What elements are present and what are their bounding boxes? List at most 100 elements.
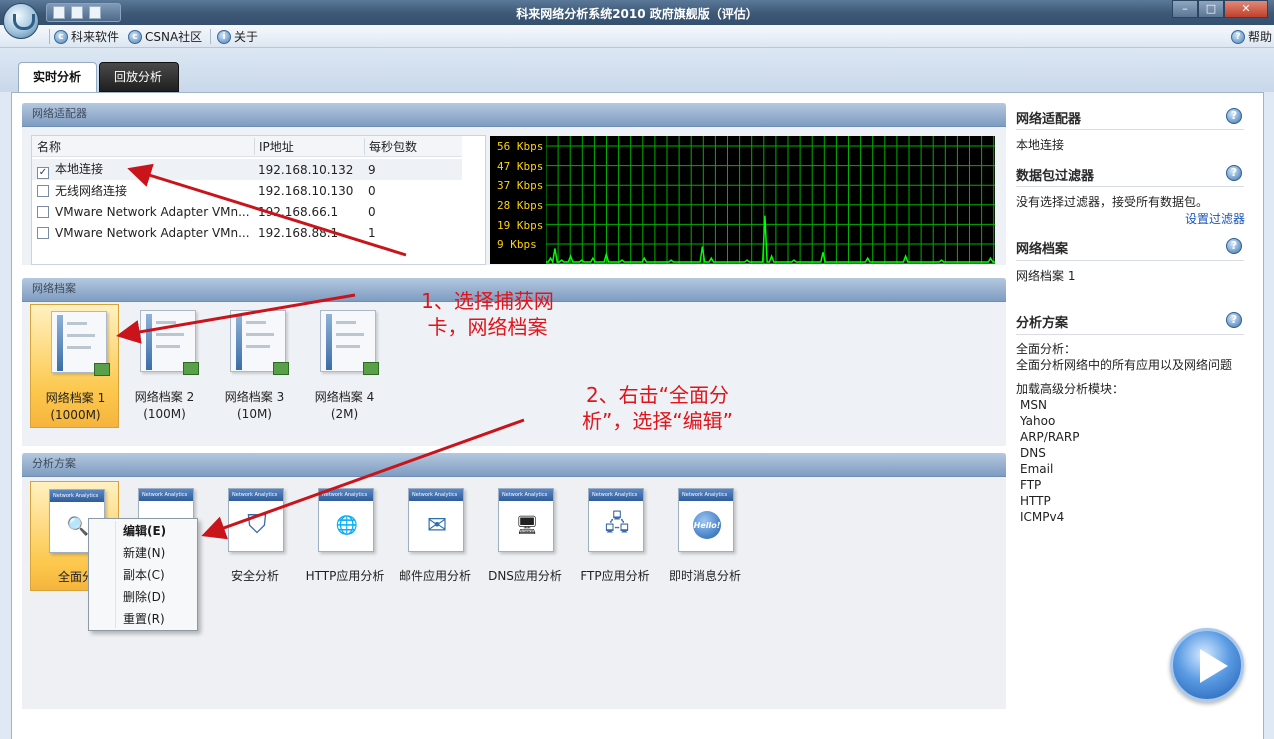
sidebar-analysis-title: 分析方案 [1016,316,1069,331]
analysis-box: Network Analytics ⛉ [228,488,284,552]
table-row[interactable]: VMware Network Adapter VMn... 192.168.66… [32,201,462,222]
profile-name: 网络档案 4 [314,390,375,404]
maximize-button[interactable]: □ [1198,0,1224,18]
y-tick-label: 47 Kbps [497,160,544,173]
start-button[interactable] [1170,628,1244,702]
analysis-box-header: Network Analytics [589,489,643,501]
profile-document-icon [140,310,199,375]
adapter-checkbox[interactable] [37,226,49,239]
profile-size: (10M) [237,407,272,421]
adapter-ip: 192.168.88.1 [258,225,339,240]
help-icon[interactable]: ? [1226,238,1242,254]
adapter-checkbox[interactable] [37,185,49,197]
sidebar-filter-title: 数据包过滤器 [1016,169,1095,184]
menu-item-csna[interactable]: c CSNA社区 [128,28,202,45]
menu-separator [210,29,211,44]
window-title: 科来网络分析系统2010 政府旗舰版（评估） [516,7,758,21]
module-item: ARP/RARP [1020,430,1080,444]
y-tick-label: 9 Kbps [497,238,537,251]
context-menu-new[interactable]: 新建(N) [123,543,165,563]
table-row[interactable]: 无线网络连接 192.168.10.130 0 [32,180,462,201]
set-filter-link[interactable]: 设置过滤器 [1185,210,1245,227]
sidebar-analysis-line2: 全面分析网络中的所有应用以及网络问题 [1016,358,1233,372]
help-icon[interactable]: ? [1226,108,1242,124]
y-tick-label: 37 Kbps [497,179,544,192]
context-menu-copy[interactable]: 副本(C) [123,565,165,585]
module-item: DNS [1020,446,1046,460]
analysis-card-security[interactable]: Network Analytics ⛉ 安全分析 [210,481,300,583]
annotation-step1: 1、选择捕获网 卡，网络档案 [400,288,575,340]
profile-name: 网络档案 2 [134,390,195,404]
mail-icon: ✉ [426,511,448,539]
divider [1016,129,1244,130]
module-list: MSN Yahoo ARP/RARP DNS Email FTP HTTP IC… [1020,397,1079,525]
context-menu-delete[interactable]: 删除(D) [123,587,166,607]
help-label: 帮助 [1248,30,1273,44]
context-menu-edit[interactable]: 编辑(E) [123,521,166,541]
info-sidebar: 网络适配器 ? 本地连接 数据包过滤器 ? 没有选择过滤器，接受所有数据包。 设… [1007,102,1251,714]
close-button[interactable]: ✕ [1224,0,1268,18]
profile-size: (100M) [143,407,186,421]
analysis-card-im[interactable]: Network Analytics Hello! 即时消息分析 [660,481,750,583]
profile-card-2[interactable]: 网络档案 2 (100M) [120,304,209,428]
module-item: ICMPv4 [1020,510,1065,524]
profile-document-icon [51,311,110,376]
network-icon: 🖧 [604,511,630,536]
table-row[interactable]: ✓ 本地连接 192.168.10.132 9 [32,159,462,180]
menu-item-about[interactable]: i 关于 [217,28,258,45]
analysis-label: 即时消息分析 [668,569,741,583]
analysis-box: Network Analytics ✉ [408,488,464,552]
analysis-box-header: Network Analytics [499,489,553,501]
adapter-pps: 0 [368,183,376,198]
server-icon: 🖥 [515,514,539,536]
adapter-checkbox[interactable] [37,205,49,218]
sidebar-profile-title: 网络档案 [1016,242,1069,257]
profile-size: (2M) [330,407,359,421]
minimize-button[interactable]: – [1172,0,1198,18]
divider [1016,186,1244,187]
help-icon[interactable]: ? [1226,165,1242,181]
column-header-ip[interactable]: IP地址 [254,137,364,155]
tab-replay-analysis[interactable]: 回放分析 [99,62,179,92]
help-icon: ? [1231,29,1245,44]
profile-card-4[interactable]: 网络档案 4 (2M) [300,304,389,428]
help-menu[interactable]: ? 帮助 [1231,28,1272,45]
context-menu-reset[interactable]: 重置(R) [123,609,165,629]
analysis-box: Network Analytics 🌐 [318,488,374,552]
analysis-box-header: Network Analytics [409,489,463,501]
shield-icon: ⛉ [247,509,267,540]
tab-realtime-analysis[interactable]: 实时分析 [18,62,97,92]
adapter-checkbox[interactable]: ✓ [37,167,49,179]
annotation-line: 1、选择捕获网 [421,289,554,313]
profile-name: 网络档案 3 [224,390,285,404]
table-row[interactable]: VMware Network Adapter VMn... 192.168.88… [32,222,462,243]
chat-icon: Hello! [693,511,721,539]
y-tick-label: 28 Kbps [497,199,544,212]
adapter-name: VMware Network Adapter VMn... [55,204,250,219]
analysis-card-ftp[interactable]: Network Analytics 🖧 FTP应用分析 [570,481,660,583]
context-menu: 编辑(E) 新建(N) 副本(C) 删除(D) 重置(R) [88,518,198,631]
analysis-card-mail[interactable]: Network Analytics ✉ 邮件应用分析 [390,481,480,583]
sidebar-modules-title: 加载高级分析模块： [1016,382,1125,396]
analysis-box-header: Network Analytics [229,489,283,501]
menu-item-label: CSNA社区 [145,30,203,44]
module-item: Email [1020,462,1054,476]
menu-item-label: 科来软件 [71,30,120,44]
menu-item-colasoft[interactable]: c 科来软件 [54,28,119,45]
colasoft-icon: c [54,29,68,44]
help-icon[interactable]: ? [1226,312,1242,328]
analysis-card-dns[interactable]: Network Analytics 🖥 DNS应用分析 [480,481,570,583]
adapter-pps: 1 [368,225,376,240]
table-header: 名称 IP地址 每秒包数 [32,136,462,157]
module-item: Yahoo [1020,414,1056,428]
profile-card-1[interactable]: 网络档案 1 (1000M) [30,304,119,428]
analysis-box: Network Analytics 🖧 [588,488,644,552]
analysis-box: Network Analytics 🖥 [498,488,554,552]
module-item: HTTP [1020,494,1051,508]
profile-card-3[interactable]: 网络档案 3 (10M) [210,304,299,428]
column-header-pps[interactable]: 每秒包数 [364,137,462,155]
annotation-line: 析”，选择“编辑” [581,409,734,433]
analysis-card-http[interactable]: Network Analytics 🌐 HTTP应用分析 [300,481,390,583]
app-logo-icon[interactable] [3,3,39,39]
column-header-name[interactable]: 名称 [32,138,254,155]
